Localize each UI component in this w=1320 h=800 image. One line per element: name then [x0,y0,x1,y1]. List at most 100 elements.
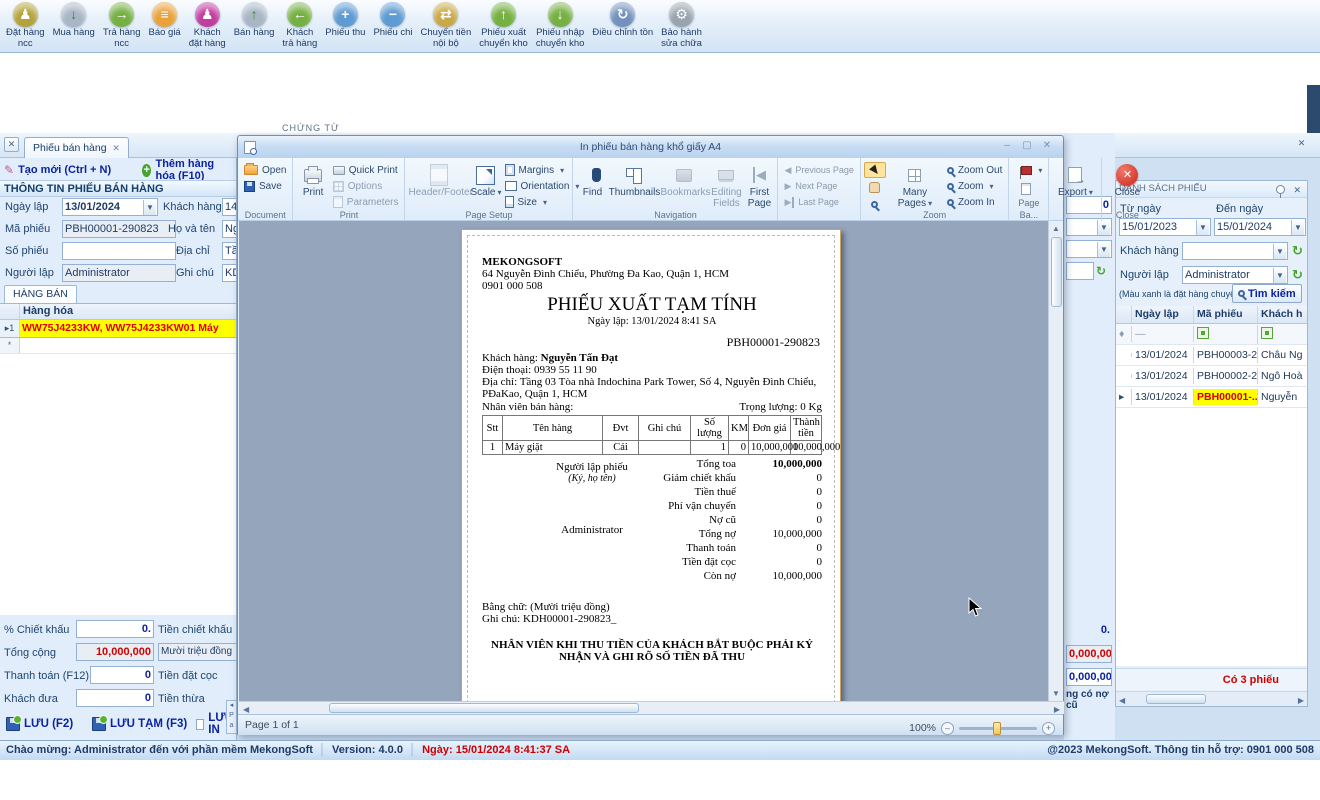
dialog-minimize-icon[interactable]: – [997,139,1017,154]
nguoi-lap-input[interactable]: Administrator [62,264,176,282]
zoom-slider-thumb[interactable] [993,721,1002,735]
scroll-thumb[interactable] [329,703,639,713]
bookmarks-button[interactable]: Bookmarks [660,160,710,199]
print-button[interactable]: Print [296,160,329,199]
so-phieu-input[interactable] [62,242,176,260]
preview-vscrollbar[interactable]: ▲ ▼ [1048,221,1063,701]
page-color-button[interactable] [1018,181,1045,197]
previous-page-button[interactable]: ◀ Previous Page [781,162,856,178]
zoom-slider[interactable] [959,721,1037,735]
editing-fields-button[interactable]: Editing Fields [708,160,744,209]
find-button[interactable]: Find [576,160,608,199]
tab-phieu-ban-hang[interactable]: Phiếu bán hàng ✕ [24,137,129,158]
export-button[interactable]: Export [1052,160,1098,199]
zoom-plus-icon[interactable]: + [1042,721,1055,735]
open-button[interactable]: Open [241,162,289,178]
hand-tool-button[interactable] [864,179,886,195]
ngay-lap-input[interactable]: 13/01/2024 ▼ [62,198,158,216]
scroll-thumb[interactable] [1051,237,1062,307]
scroll-up-icon[interactable]: ▲ [1049,221,1063,233]
refresh-icon[interactable]: ↻ [1292,243,1303,259]
ribbon-item-tra-hang-ncc[interactable]: → Trả hàng ncc [99,0,145,49]
voucher-row[interactable]: 13/01/2024 PBH00002-2... Ngô Hoà [1116,366,1307,387]
khach-hang-input[interactable]: 14325, [222,198,236,216]
fragment-dropdown-3[interactable] [1066,262,1094,280]
tabstrip-close-icon[interactable]: ✕ [4,137,19,152]
rp-nguoi-lap-input[interactable]: Administrator ▼ [1182,266,1288,284]
ribbon-item-bao-hanh-sua-chua[interactable]: ⚙ Bảo hành sửa chữa [657,0,706,49]
dia-chi-input[interactable]: Tầng 03 [222,242,236,260]
last-page-button[interactable]: ▶ Last Page [781,194,856,210]
panel-close-icon[interactable]: ✕ [1293,182,1301,198]
tab-close-icon[interactable]: ✕ [112,143,120,153]
preview-area[interactable]: MEKONGSOFT 64 Nguyễn Đình Chiểu, Phường … [239,221,1049,701]
next-page-button[interactable]: ▶ Next Page [781,178,856,194]
ribbon-item-phieu-xuat-chuyen-kho[interactable]: ↑ Phiếu xuất chuyển kho [475,0,532,49]
den-ngay-input[interactable]: 15/01/2024 ▼ [1214,218,1306,236]
preview-hscrollbar[interactable]: ◀ ▶ [239,701,1064,714]
khach-dua-input[interactable]: 0 [76,689,154,707]
zoom-button[interactable]: Zoom [944,178,1005,194]
zoom-in-button[interactable]: Zoom In [944,194,1005,210]
scroll-thumb[interactable] [1146,694,1206,704]
refresh-icon[interactable]: ↻ [1096,264,1106,278]
tab-hang-ban[interactable]: HÀNG BÁN [4,285,77,303]
scroll-right-icon[interactable]: ▶ [1054,705,1060,714]
chiet-khau-input[interactable]: 0. [76,620,154,638]
col-ma-phieu[interactable]: Mã phiếu [1194,306,1258,323]
pin-icon[interactable] [1276,185,1285,198]
zoom-out-button[interactable]: Zoom Out [944,162,1005,178]
ribbon-item-phieu-nhap-chuyen-kho[interactable]: ↓ Phiếu nhập chuyển kho [532,0,589,49]
orientation-button[interactable]: Orientation [502,178,583,194]
ghi-chu-input[interactable]: KDH000 [222,264,236,282]
dialog-maximize-icon[interactable]: ▢ [1017,139,1037,154]
quick-print-button[interactable]: Quick Print [330,162,402,178]
parameters-button[interactable]: Parameters [330,194,402,210]
first-page-button[interactable]: ◀ First Page [744,160,774,209]
many-pages-button[interactable]: Many Pages [886,160,944,209]
ribbon-item-dat-hang-ncc[interactable]: ♟ Đặt hàng ncc [2,0,49,49]
rp-khach-hang-input[interactable]: ▼ [1182,242,1288,260]
ribbon-item-dieu-chinh-ton[interactable]: ↻ Điều chỉnh tồn [588,0,657,39]
voucher-hscrollbar[interactable]: ◀ ▶ [1116,691,1307,706]
ribbon-item-chuyen-tien-noi-bo[interactable]: ⇄ Chuyển tiền nội bộ [417,0,476,49]
col-ngay-lap[interactable]: Ngày lập [1132,306,1194,323]
collapsed-panel[interactable]: ◂ Pa [226,700,237,734]
thumbnails-button[interactable]: Thumbnails [608,160,660,199]
goods-grid-row[interactable]: ▸1 WW75J4233KW, WW75J4233KW01 Máy [0,320,236,338]
ribbon-item-phieu-thu[interactable]: + Phiếu thu [321,0,369,39]
scroll-left-icon[interactable]: ◀ [1119,696,1125,705]
goods-grid-new-row[interactable]: * [0,338,236,354]
scale-button[interactable]: Scale [470,160,501,199]
filter-icon[interactable] [1261,326,1273,339]
scroll-down-icon[interactable]: ▼ [1049,689,1063,698]
chevron-down-icon[interactable]: ▼ [143,200,156,215]
ribbon-item-khach-dat-hang[interactable]: ♟ Khách đặt hàng [185,0,230,49]
thanh-toan-input[interactable]: 0 [90,666,154,684]
voucher-row-selected[interactable]: ▸ 13/01/2024 PBH00001-... Nguyễn [1116,387,1307,408]
add-goods-button[interactable]: + Thêm hàng hóa (F10) [142,158,236,182]
refresh-icon[interactable]: ↻ [1292,267,1303,283]
ribbon-item-bao-gia[interactable]: ≡ Báo giá [145,0,185,39]
pointer-tool-button[interactable] [863,162,886,178]
save-temp-button[interactable]: LƯU TẠM (F3) [92,712,187,736]
size-button[interactable]: Size [502,194,583,210]
scroll-left-icon[interactable]: ◀ [243,705,249,714]
search-button[interactable]: Tìm kiếm [1232,284,1302,303]
watermark-button[interactable] [1018,162,1045,179]
tabstrip-right-close-icon[interactable]: ✕ [1294,137,1309,152]
filter-row[interactable]: ♦ — [1116,324,1307,345]
close-preview-button[interactable]: ✕ Close [1105,160,1149,199]
save-button[interactable]: Save [241,178,289,194]
col-khach-hang[interactable]: Khách h [1258,306,1307,323]
ribbon-item-ban-hang[interactable]: ↑ Bán hàng [230,0,279,39]
save-button[interactable]: LƯU (F2) [6,712,73,736]
dialog-close-icon[interactable]: ✕ [1037,139,1057,154]
scroll-right-icon[interactable]: ▶ [1298,696,1304,705]
ma-phieu-input[interactable]: PBH00001-290823 [62,220,176,238]
filter-icon[interactable] [1197,326,1209,339]
margins-button[interactable]: Margins [502,162,583,178]
voucher-row[interactable]: 13/01/2024 PBH00003-2... Châu Ng [1116,345,1307,366]
zoom-minus-icon[interactable]: – [941,721,954,735]
header-footer-button[interactable]: Header/Footer [408,160,473,199]
